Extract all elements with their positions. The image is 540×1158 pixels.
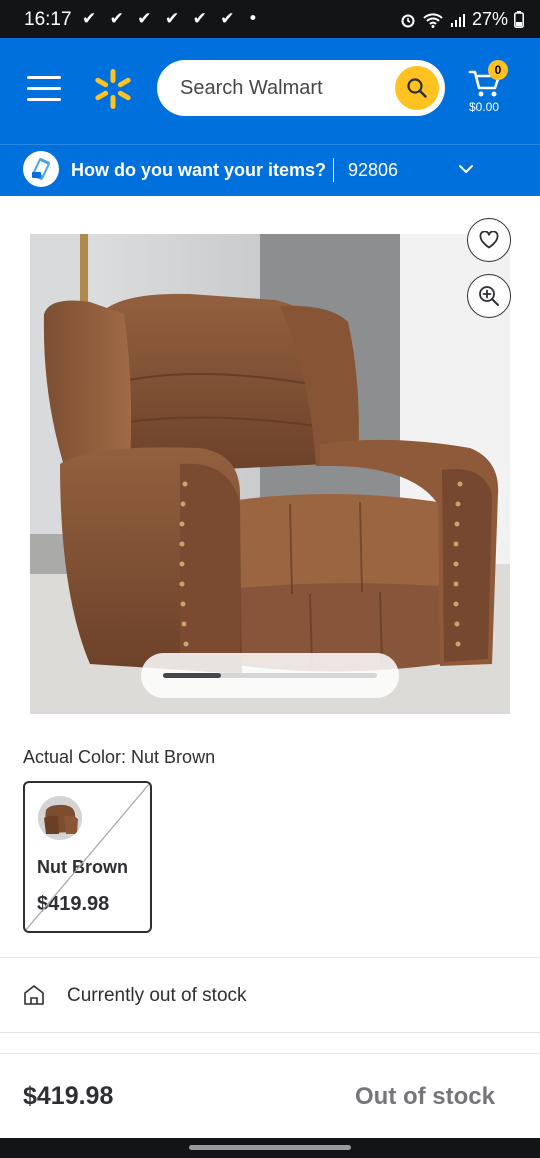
stock-status: Currently out of stock — [67, 985, 247, 1006]
product-price: $419.98 — [23, 1082, 114, 1110]
search-icon — [407, 78, 427, 98]
search-input[interactable] — [180, 60, 380, 116]
menu-icon-line — [27, 76, 61, 79]
product-image[interactable] — [30, 234, 510, 714]
menu-icon-line — [27, 87, 61, 90]
bottom-purchase-bar: $419.98 Out of stock — [0, 1053, 540, 1138]
unavailable-slash — [25, 783, 150, 931]
recliner-image — [30, 234, 510, 714]
cart-button[interactable]: 0 $0.00 — [466, 60, 516, 118]
carousel-track — [163, 673, 377, 678]
walmart-spark-icon[interactable] — [91, 67, 135, 111]
notification-icons: ✔ ✔ ✔ ✔ ✔ ✔ • — [82, 9, 262, 29]
delivery-zip: 92806 — [348, 160, 399, 180]
status-time: 16:17 — [24, 9, 72, 30]
actual-color-label: Actual Color: Nut Brown — [23, 747, 216, 767]
battery-icon — [514, 11, 524, 28]
menu-icon-line — [27, 98, 61, 101]
search-bar — [157, 60, 445, 116]
app-header: 0 $0.00 — [0, 38, 540, 144]
image-carousel-indicator[interactable] — [141, 653, 399, 698]
status-bar: 16:17 ✔ ✔ ✔ ✔ ✔ ✔ • 27% — [0, 0, 540, 38]
delivery-phone-icon — [23, 151, 59, 187]
battery-percent: 27% — [471, 9, 508, 29]
system-nav-bar — [0, 1138, 540, 1158]
carousel-thumb — [163, 673, 221, 678]
menu-button[interactable] — [27, 76, 61, 104]
favorite-button[interactable] — [467, 218, 511, 262]
cart-count-badge: 0 — [488, 60, 508, 80]
delivery-selector[interactable]: How do you want your items? 92806 — [0, 144, 540, 196]
chevron-down-icon — [459, 165, 473, 173]
alarm-icon — [401, 14, 415, 27]
zoom-in-icon — [479, 286, 499, 306]
heart-icon — [479, 231, 499, 249]
spacer — [0, 1033, 540, 1053]
search-button[interactable] — [395, 66, 439, 110]
status-right: 27% — [400, 9, 524, 30]
home-gesture-handle[interactable] — [189, 1145, 351, 1150]
store-icon — [24, 985, 44, 1005]
signal-icon — [450, 13, 465, 27]
zoom-button[interactable] — [467, 274, 511, 318]
delivery-divider — [333, 158, 334, 182]
availability-row: Currently out of stock — [0, 958, 540, 1032]
color-option-nut-brown[interactable]: Nut Brown $419.98 — [23, 781, 152, 933]
delivery-question: How do you want your items? — [71, 160, 327, 180]
cart-total: $0.00 — [469, 100, 500, 114]
out-of-stock-button[interactable]: Out of stock — [355, 1083, 495, 1111]
wifi-icon — [423, 12, 443, 28]
